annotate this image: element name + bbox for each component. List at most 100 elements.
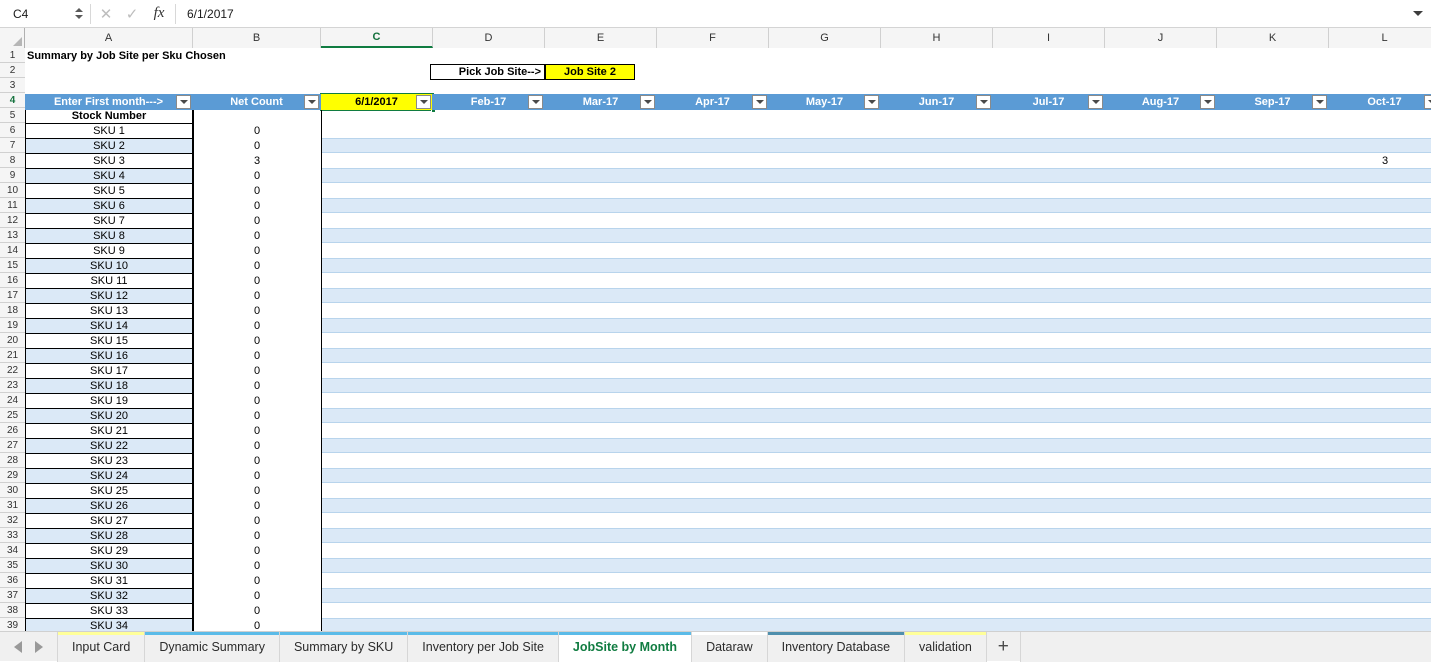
sku-name-cell[interactable]: SKU 10: [25, 258, 193, 274]
arrow-right-icon[interactable]: [35, 641, 43, 653]
row-header-39[interactable]: 39: [0, 618, 25, 631]
net-count-cell[interactable]: 0: [193, 438, 321, 453]
sku-name-cell[interactable]: SKU 33: [25, 603, 193, 619]
sku-name-cell[interactable]: SKU 8: [25, 228, 193, 244]
column-header-a[interactable]: A: [25, 28, 193, 48]
net-count-cell[interactable]: 0: [193, 123, 321, 138]
formula-input[interactable]: 6/1/2017: [178, 3, 1407, 25]
sku-name-cell[interactable]: SKU 24: [25, 468, 193, 484]
net-count-cell[interactable]: 0: [193, 288, 321, 303]
net-count-cell[interactable]: 0: [193, 618, 321, 631]
sku-name-cell[interactable]: SKU 30: [25, 558, 193, 574]
row-header-9[interactable]: 9: [0, 168, 25, 183]
sheet-tab-validation[interactable]: validation: [905, 632, 987, 662]
net-count-cell[interactable]: 0: [193, 483, 321, 498]
sku-name-cell[interactable]: SKU 17: [25, 363, 193, 379]
fx-icon[interactable]: fx: [145, 3, 173, 25]
row-header-20[interactable]: 20: [0, 333, 25, 348]
sku-name-cell[interactable]: SKU 2: [25, 138, 193, 154]
net-count-cell[interactable]: 0: [193, 453, 321, 468]
net-count-cell[interactable]: 3: [193, 153, 321, 168]
column-header-d[interactable]: D: [433, 28, 545, 48]
net-count-cell[interactable]: 0: [193, 603, 321, 618]
row-header-5[interactable]: 5: [0, 108, 25, 123]
row-header-34[interactable]: 34: [0, 543, 25, 558]
filter-dropdown-i[interactable]: [1088, 95, 1103, 109]
sku-name-cell[interactable]: SKU 32: [25, 588, 193, 604]
filter-dropdown-e[interactable]: [640, 95, 655, 109]
column-header-f[interactable]: F: [657, 28, 769, 48]
row-header-2[interactable]: 2: [0, 63, 25, 78]
row-header-12[interactable]: 12: [0, 213, 25, 228]
sku-name-cell[interactable]: SKU 1: [25, 123, 193, 139]
net-count-cell[interactable]: 0: [193, 183, 321, 198]
row-header-38[interactable]: 38: [0, 603, 25, 618]
sku-name-cell[interactable]: SKU 22: [25, 438, 193, 454]
net-count-cell[interactable]: 0: [193, 303, 321, 318]
row-header-26[interactable]: 26: [0, 423, 25, 438]
filter-dropdown-a[interactable]: [176, 95, 191, 109]
sku-name-cell[interactable]: SKU 26: [25, 498, 193, 514]
row-header-25[interactable]: 25: [0, 408, 25, 423]
row-header-27[interactable]: 27: [0, 438, 25, 453]
cancel-icon[interactable]: ✕: [93, 3, 119, 25]
net-count-cell[interactable]: 0: [193, 318, 321, 333]
sku-name-cell[interactable]: SKU 21: [25, 423, 193, 439]
sku-name-cell[interactable]: SKU 5: [25, 183, 193, 199]
sheet-tab-dataraw[interactable]: Dataraw: [692, 632, 768, 662]
header-net-count[interactable]: Net Count: [193, 94, 321, 110]
row-header-37[interactable]: 37: [0, 588, 25, 603]
net-count-cell[interactable]: 0: [193, 393, 321, 408]
column-header-c[interactable]: C: [321, 28, 433, 48]
sheet-tab-dynamic-summary[interactable]: Dynamic Summary: [145, 632, 280, 662]
sku-name-cell[interactable]: SKU 7: [25, 213, 193, 229]
net-count-cell[interactable]: 0: [193, 378, 321, 393]
filter-dropdown-b[interactable]: [304, 95, 319, 109]
row-header-10[interactable]: 10: [0, 183, 25, 198]
filter-dropdown-h[interactable]: [976, 95, 991, 109]
pick-job-site-label[interactable]: Pick Job Site-->: [430, 64, 545, 80]
row-header-33[interactable]: 33: [0, 528, 25, 543]
name-box-spinner[interactable]: [72, 5, 86, 23]
column-header-b[interactable]: B: [193, 28, 321, 48]
add-sheet-button[interactable]: +: [987, 632, 1021, 662]
arrow-left-icon[interactable]: [14, 641, 22, 653]
row-header-28[interactable]: 28: [0, 453, 25, 468]
row-header-31[interactable]: 31: [0, 498, 25, 513]
row-header-18[interactable]: 18: [0, 303, 25, 318]
sheet-tab-summary-by-sku[interactable]: Summary by SKU: [280, 632, 408, 662]
row-header-4[interactable]: 4: [0, 93, 25, 108]
net-count-cell[interactable]: 0: [193, 423, 321, 438]
net-count-cell[interactable]: 0: [193, 273, 321, 288]
net-count-cell[interactable]: 0: [193, 573, 321, 588]
sku-name-cell[interactable]: SKU 23: [25, 453, 193, 469]
sku-name-cell[interactable]: SKU 31: [25, 573, 193, 589]
sku-name-cell[interactable]: SKU 4: [25, 168, 193, 184]
net-count-cell[interactable]: 0: [193, 408, 321, 423]
net-count-cell[interactable]: 0: [193, 138, 321, 153]
net-count-cell[interactable]: 0: [193, 543, 321, 558]
row-header-8[interactable]: 8: [0, 153, 25, 168]
sku-name-cell[interactable]: SKU 18: [25, 378, 193, 394]
net-count-cell[interactable]: 0: [193, 558, 321, 573]
filter-dropdown-c[interactable]: [416, 95, 431, 109]
row-header-17[interactable]: 17: [0, 288, 25, 303]
sku-name-cell[interactable]: SKU 29: [25, 543, 193, 559]
filter-dropdown-j[interactable]: [1200, 95, 1215, 109]
sheet-tab-inventory-per-job-site[interactable]: Inventory per Job Site: [408, 632, 559, 662]
sheet-tab-jobsite-by-month[interactable]: JobSite by Month: [559, 632, 692, 662]
sheet-title-cell[interactable]: Summary by Job Site per Sku Chosen: [25, 48, 197, 63]
net-count-cell[interactable]: 0: [193, 588, 321, 603]
row-header-30[interactable]: 30: [0, 483, 25, 498]
filter-dropdown-f[interactable]: [752, 95, 767, 109]
sku-name-cell[interactable]: SKU 20: [25, 408, 193, 424]
net-count-cell[interactable]: 0: [193, 528, 321, 543]
sku-name-cell[interactable]: SKU 9: [25, 243, 193, 259]
filter-dropdown-g[interactable]: [864, 95, 879, 109]
row-header-23[interactable]: 23: [0, 378, 25, 393]
net-count-cell[interactable]: 0: [193, 198, 321, 213]
sku-name-cell[interactable]: SKU 14: [25, 318, 193, 334]
row-header-14[interactable]: 14: [0, 243, 25, 258]
chevron-down-icon[interactable]: [1407, 1, 1429, 27]
row-header-32[interactable]: 32: [0, 513, 25, 528]
